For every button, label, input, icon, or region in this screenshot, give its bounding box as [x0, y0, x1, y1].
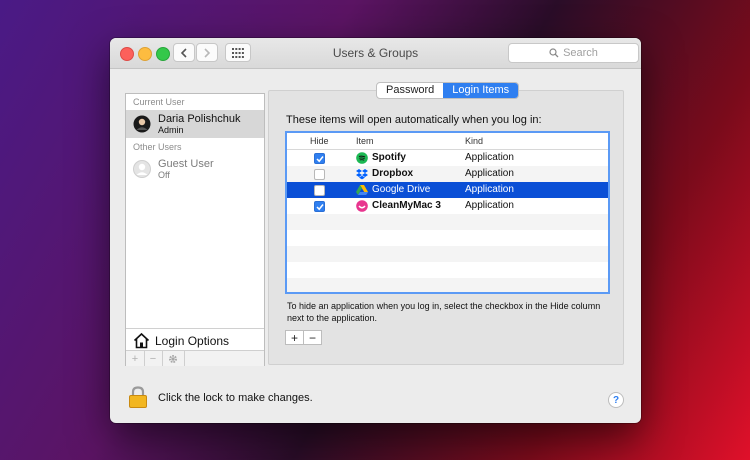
guest-user-status: Off — [158, 170, 170, 180]
user-avatar-icon — [133, 115, 151, 133]
search-placeholder: Search — [563, 47, 598, 59]
empty-row — [287, 278, 608, 292]
app-kind: Application — [465, 184, 514, 195]
empty-row — [287, 246, 608, 262]
remove-user-label: − — [149, 352, 157, 365]
sidebar-toolbar: + − — [126, 350, 264, 366]
hide-checkbox[interactable] — [314, 153, 325, 164]
search-field[interactable]: Search — [508, 43, 639, 63]
add-user-label: + — [131, 352, 139, 365]
tab-login-items[interactable]: Login Items — [443, 83, 519, 98]
app-name: CleanMyMac 3 — [372, 200, 441, 211]
title-bar: Users & Groups Search — [110, 38, 641, 69]
guest-user-name: Guest User — [158, 158, 214, 170]
login-options-label: Login Options — [155, 334, 230, 348]
table-row[interactable]: Spotify Application — [287, 150, 608, 166]
app-name: Spotify — [372, 152, 406, 163]
add-login-item-button[interactable]: + — [286, 331, 303, 345]
house-icon — [133, 332, 150, 349]
hide-checkbox[interactable] — [314, 169, 325, 180]
empty-row — [287, 262, 608, 278]
add-remove-control: + − — [285, 330, 322, 345]
spotify-icon — [356, 152, 368, 164]
gear-icon — [169, 354, 177, 363]
lock-message: Click the lock to make changes. — [158, 392, 313, 404]
guest-avatar-icon — [133, 160, 151, 178]
column-item[interactable]: Item — [356, 136, 374, 146]
tab-password[interactable]: Password — [377, 83, 443, 98]
users-sidebar: Current User Daria Polishchuk Admin Othe… — [125, 93, 265, 366]
current-user-header: Current User — [133, 97, 185, 107]
app-kind: Application — [465, 168, 514, 179]
column-kind[interactable]: Kind — [465, 136, 483, 146]
help-button[interactable]: ? — [608, 392, 624, 408]
google-drive-icon — [356, 185, 368, 195]
other-users-header: Other Users — [133, 142, 182, 152]
table-row[interactable]: Google Drive Application — [287, 182, 608, 198]
dropbox-icon — [356, 169, 368, 180]
checkmark-icon — [315, 155, 324, 162]
app-kind: Application — [465, 152, 514, 163]
cleanmymac-icon — [356, 200, 368, 212]
app-name: Google Drive — [372, 184, 431, 195]
lock-icon[interactable] — [128, 386, 148, 408]
add-user-button[interactable]: + — [126, 351, 145, 366]
checkmark-icon — [315, 203, 324, 210]
search-icon — [549, 48, 559, 58]
table-header: Hide Item Kind — [287, 133, 608, 150]
login-items-table: Hide Item Kind Spotify Application Dropb… — [285, 131, 610, 294]
login-items-intro: These items will open automatically when… — [286, 114, 542, 126]
hide-checkbox[interactable] — [314, 201, 325, 212]
empty-row — [287, 214, 608, 230]
current-user-role: Admin — [158, 125, 184, 135]
hide-hint-text: To hide an application when you log in, … — [287, 301, 601, 323]
tab-bar: Password Login Items — [376, 82, 520, 99]
table-row[interactable]: Dropbox Application — [287, 166, 608, 182]
user-actions-button[interactable] — [162, 351, 185, 366]
user-item-guest[interactable]: Guest User Off — [126, 155, 264, 183]
remove-user-button[interactable]: − — [144, 351, 163, 366]
app-kind: Application — [465, 200, 514, 211]
table-row[interactable]: CleanMyMac 3 Application — [287, 198, 608, 214]
app-name: Dropbox — [372, 168, 414, 179]
current-user-name: Daria Polishchuk — [158, 113, 241, 125]
users-groups-window: Users & Groups Search Current User Daria… — [110, 38, 641, 423]
empty-row — [287, 230, 608, 246]
column-hide[interactable]: Hide — [310, 136, 329, 146]
user-item-current[interactable]: Daria Polishchuk Admin — [126, 110, 264, 138]
hide-checkbox[interactable] — [314, 185, 325, 196]
remove-login-item-button[interactable]: − — [303, 331, 321, 345]
